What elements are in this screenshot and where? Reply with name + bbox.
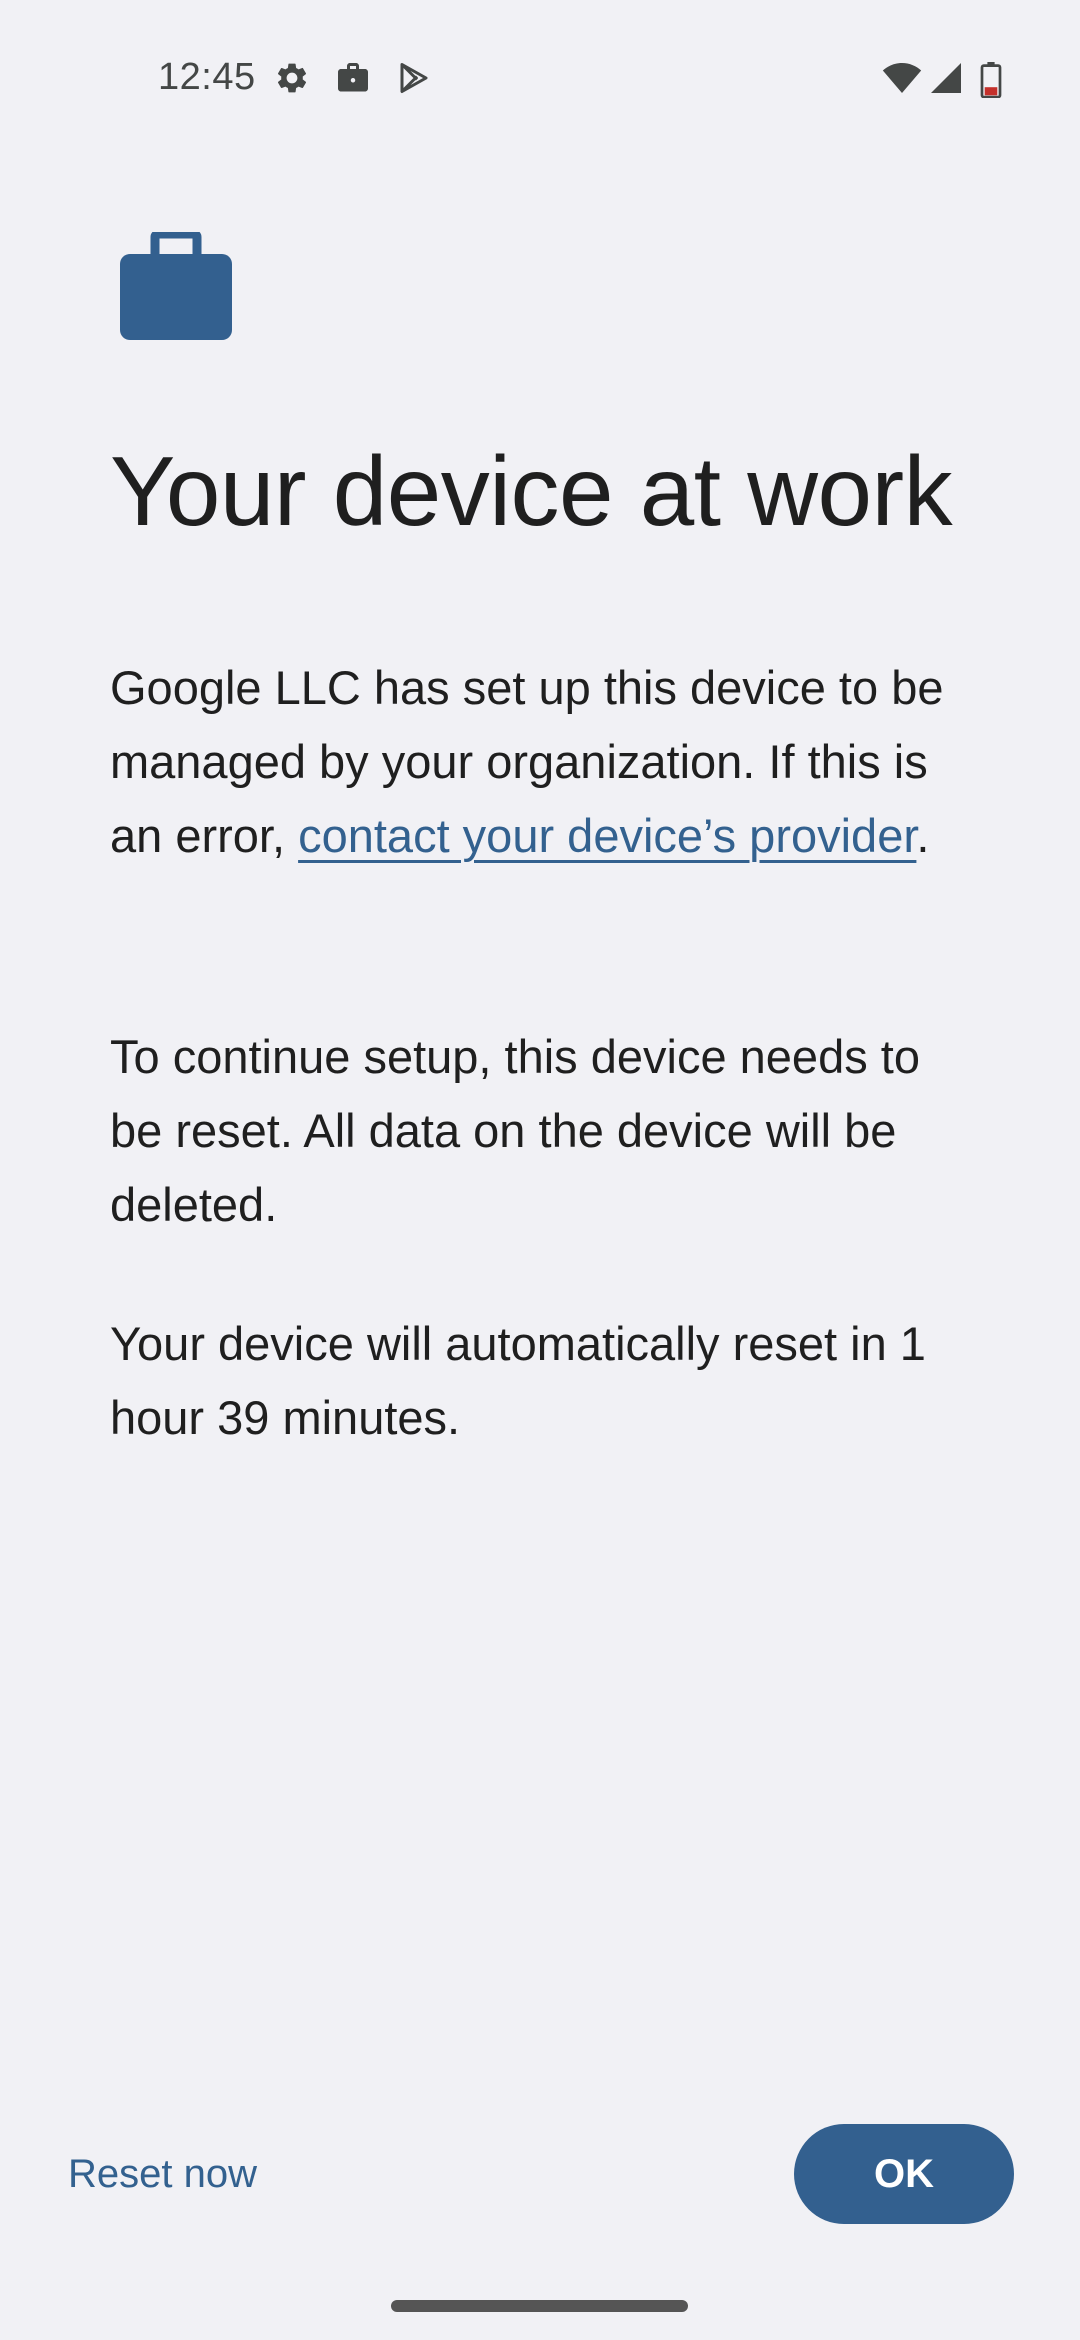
status-time: 12:45 — [158, 56, 256, 98]
managed-device-description: Google LLC has set up this device to be … — [110, 651, 970, 873]
play-store-icon — [396, 60, 432, 96]
auto-reset-countdown-text: Your device will automatically reset in … — [110, 1317, 926, 1444]
navigation-gesture-handle[interactable] — [391, 2300, 688, 2312]
work-briefcase-icon — [335, 60, 371, 96]
status-bar: 12:45 — [0, 0, 1080, 110]
reset-now-button[interactable]: Reset now — [46, 2124, 279, 2224]
page-title: Your device at work — [110, 436, 953, 546]
battery-icon — [980, 62, 1002, 98]
ok-button[interactable]: OK — [794, 2124, 1014, 2224]
contact-provider-link[interactable]: contact your device’s provider — [298, 809, 916, 862]
description-period: . — [916, 809, 930, 862]
settings-icon — [274, 60, 310, 96]
wifi-icon — [882, 60, 922, 96]
reset-required-text: To continue setup, this device needs to … — [110, 1030, 920, 1231]
work-briefcase-icon — [120, 229, 232, 340]
cellular-signal-icon — [928, 60, 964, 96]
